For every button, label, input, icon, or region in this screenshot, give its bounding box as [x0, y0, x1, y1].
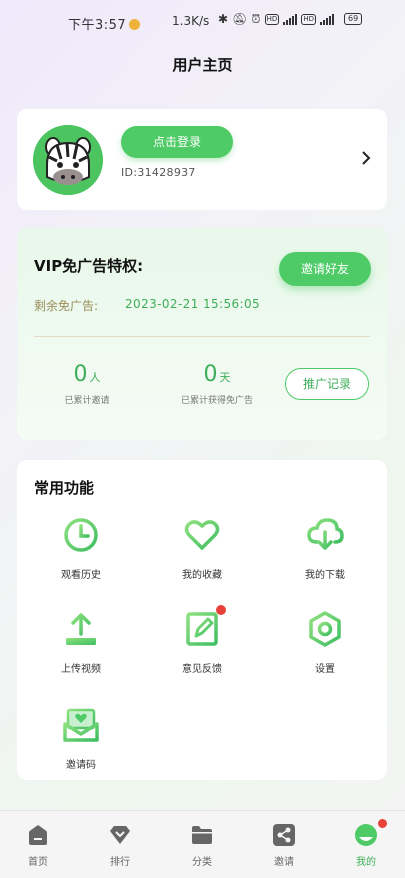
hd-badge-icon: HD	[264, 13, 280, 25]
function-label: 我的收藏	[182, 570, 222, 581]
function-label: 邀请码	[66, 760, 96, 771]
vip-card: VIP免广告特权: 邀请好友 剩余免广告: 2023-02-21 15:56:0…	[17, 228, 387, 440]
tab-mine[interactable]: 我的	[336, 819, 396, 868]
battery-icon: 69	[343, 13, 363, 25]
profile-face-icon	[354, 819, 387, 847]
share-icon	[272, 823, 296, 847]
avatar[interactable]	[33, 125, 103, 195]
function-feedback[interactable]: 意见反馈	[152, 605, 252, 675]
network-speed: 1.3K/s	[172, 14, 210, 28]
function-watch-history[interactable]: 观看历史	[31, 514, 131, 581]
tab-label: 分类	[192, 857, 212, 868]
tab-label: 首页	[28, 857, 48, 868]
tab-label: 邀请	[274, 857, 294, 868]
ad-free-days-label: 已累计获得免广告	[180, 396, 253, 406]
status-time: 下午3:57	[68, 14, 141, 33]
bottom-tab-bar: 首页 排行 分类 邀请 我的	[0, 810, 405, 878]
cloud-download-icon	[304, 514, 346, 556]
envelope-heart-icon	[60, 704, 102, 746]
tab-label: 我的	[356, 857, 376, 868]
tab-invite[interactable]: 邀请	[254, 823, 314, 868]
functions-title: 常用功能	[34, 479, 95, 497]
signal-5g-icon	[283, 13, 298, 25]
user-id: ID:31428937	[121, 166, 196, 179]
zebra-avatar-icon	[33, 125, 103, 195]
function-label: 意见反馈	[182, 664, 222, 675]
ad-free-days-count: 0	[203, 362, 218, 387]
upload-icon	[60, 608, 102, 650]
folder-icon	[190, 823, 214, 847]
invited-people-label: 已累计邀请	[64, 396, 110, 406]
page-title: 用户主页	[172, 56, 233, 74]
heart-icon	[181, 514, 223, 556]
function-upload-video[interactable]: 上传视频	[31, 608, 131, 675]
notification-dot	[378, 819, 387, 828]
mute-bell-icon: 🔕︎	[232, 12, 248, 26]
remaining-label: 剩余免广告:	[34, 299, 99, 313]
vip-title: VIP免广告特权:	[34, 257, 144, 275]
notification-app-icon	[129, 19, 141, 30]
function-label: 设置	[315, 664, 335, 675]
hd-badge-icon-2: HD	[301, 13, 316, 25]
ad-free-days-stat: 0 天 已累计获得免广告	[157, 362, 277, 406]
bluetooth-icon: ✱	[218, 12, 229, 26]
function-label: 观看历史	[61, 570, 101, 581]
function-invite-code[interactable]: 邀请码	[31, 704, 131, 771]
status-bar: 下午3:57 1.3K/s ✱ 🔕︎ ⏰︎ HD HD 69	[0, 0, 405, 42]
tab-home[interactable]: 首页	[8, 823, 68, 868]
invited-people-count: 0	[73, 362, 88, 387]
divider	[34, 336, 370, 337]
edit-note-icon	[181, 605, 226, 650]
alarm-icon: ⏰︎	[251, 12, 261, 26]
chevron-right-icon[interactable]	[357, 147, 375, 169]
notification-dot	[216, 605, 226, 615]
tab-category[interactable]: 分类	[172, 823, 232, 868]
function-favorites[interactable]: 我的收藏	[152, 514, 252, 581]
tab-label: 排行	[110, 857, 130, 868]
home-icon	[26, 823, 50, 847]
clock-icon	[60, 514, 102, 556]
functions-card: 常用功能 观看历史 我的收藏 我的下载 上传视频 意见反馈 设置 邀请码	[17, 460, 387, 780]
invite-friends-button[interactable]: 邀请好友	[279, 252, 371, 286]
invited-people-unit: 人	[89, 371, 101, 384]
function-label: 我的下载	[305, 570, 345, 581]
login-button[interactable]: 点击登录	[121, 126, 233, 158]
tab-ranking[interactable]: 排行	[90, 823, 150, 868]
function-label: 上传视频	[61, 664, 101, 675]
profile-card[interactable]: 点击登录 ID:31428937	[17, 109, 387, 210]
ad-free-days-unit: 天	[219, 371, 231, 384]
settings-icon	[304, 608, 346, 650]
diamond-icon	[108, 823, 132, 847]
status-icons: ✱ 🔕︎ ⏰︎ HD HD 69	[218, 12, 363, 26]
function-downloads[interactable]: 我的下载	[275, 514, 375, 581]
function-settings[interactable]: 设置	[275, 608, 375, 675]
invited-people-stat: 0 人 已累计邀请	[47, 362, 127, 406]
signal-4g-icon	[319, 13, 334, 25]
promotion-record-button[interactable]: 推广记录	[285, 368, 369, 400]
remaining-value: 2023-02-21 15:56:05	[125, 297, 261, 311]
